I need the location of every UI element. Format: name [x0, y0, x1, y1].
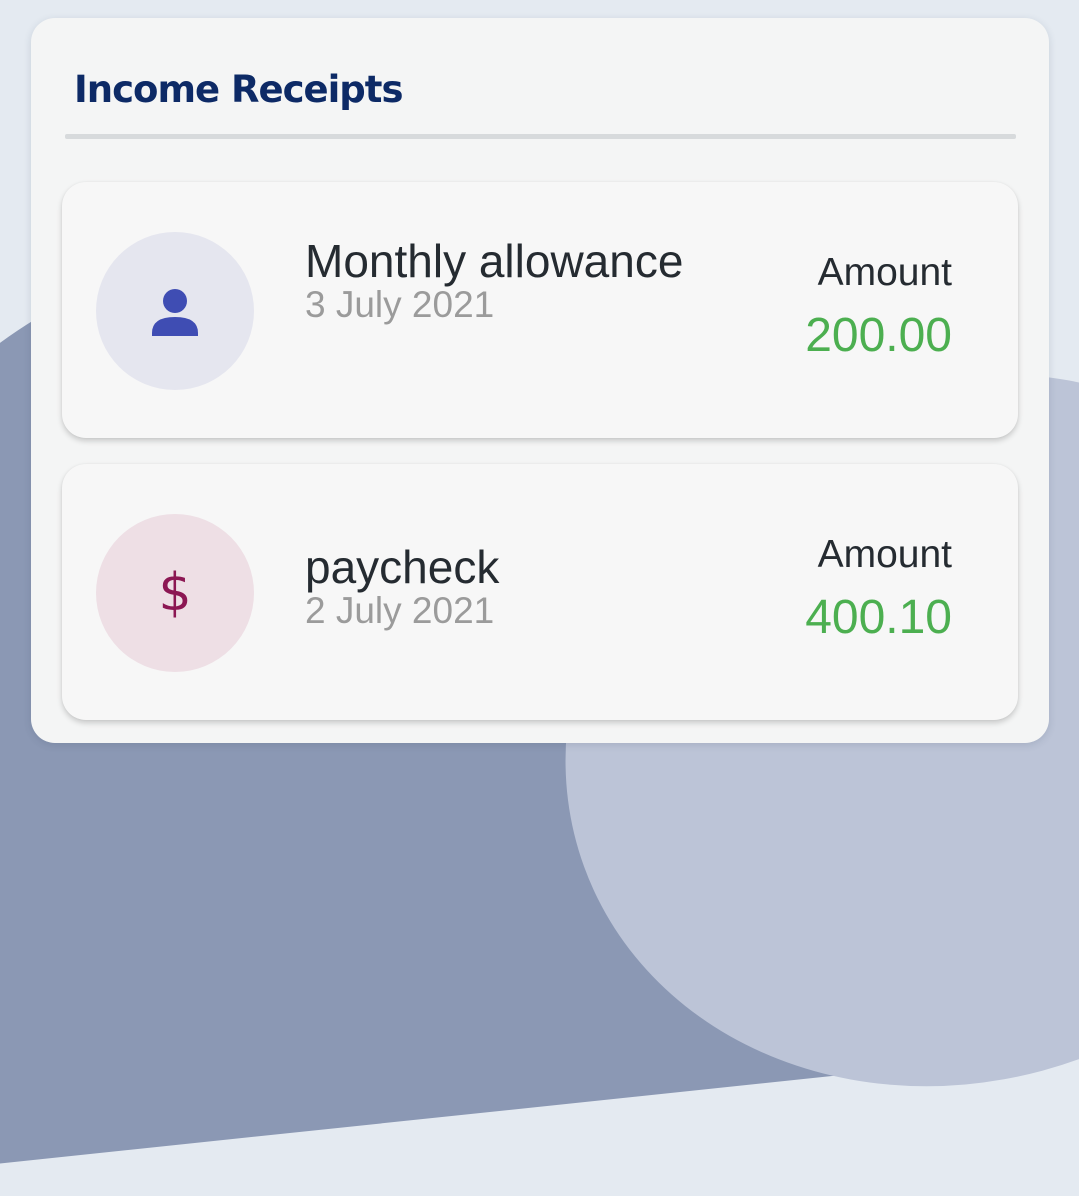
panel-title: Income Receipts: [74, 68, 403, 111]
income-receipts-panel: Income Receipts Monthly allowance 3 July…: [31, 18, 1049, 743]
person-icon: [152, 289, 198, 336]
amount-value: 200.00: [805, 309, 952, 362]
receipt-date: 2 July 2021: [305, 590, 495, 631]
receipt-avatar: $: [96, 514, 254, 672]
amount-value: 400.10: [805, 591, 952, 644]
amount-label: Amount: [817, 251, 952, 294]
amount-block: Amount 400.10: [805, 532, 952, 648]
amount-label: Amount: [817, 533, 952, 576]
receipt-card-monthly-allowance[interactable]: Monthly allowance 3 July 2021 Amount 200…: [62, 182, 1018, 438]
receipt-info: Monthly allowance 3 July 2021: [305, 232, 725, 328]
amount-block: Amount 200.00: [805, 250, 952, 366]
title-divider: [65, 134, 1016, 139]
dollar-icon: $: [158, 563, 192, 623]
receipt-card-paycheck[interactable]: $ paycheck 2 July 2021 Amount 400.10: [62, 464, 1018, 720]
receipt-info: paycheck 2 July 2021: [305, 538, 725, 634]
receipt-avatar: [96, 232, 254, 390]
